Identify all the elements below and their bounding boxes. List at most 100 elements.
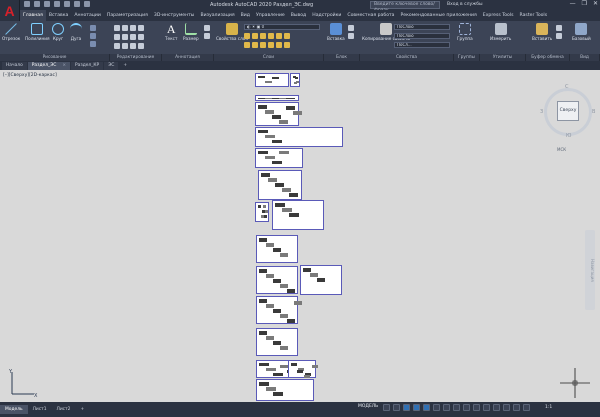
ribbon-tab[interactable]: 3D-инструменты: [151, 10, 198, 21]
create-block-icon[interactable]: [348, 25, 354, 31]
polyline-button[interactable]: Полилиния: [25, 23, 50, 41]
draw-group-label[interactable]: Рисование: [0, 54, 110, 61]
undo-icon[interactable]: [74, 1, 80, 7]
workspace-icon[interactable]: [483, 404, 490, 411]
copy-icon[interactable]: [114, 34, 120, 40]
annotation-visibility-icon[interactable]: [473, 404, 480, 411]
drawing-sheet[interactable]: [258, 170, 302, 200]
compass-north[interactable]: С: [565, 84, 569, 90]
color-dropdown[interactable]: ПоСлою: [394, 24, 450, 30]
cut-icon[interactable]: [556, 33, 562, 39]
scale-icon[interactable]: [122, 43, 128, 49]
viewcube[interactable]: С Ю З В Сверху: [540, 84, 596, 140]
properties-group-label[interactable]: Свойства: [360, 54, 454, 61]
drawing-sheet[interactable]: [255, 102, 302, 126]
ellipse-icon[interactable]: [90, 41, 96, 47]
ribbon-tab[interactable]: Raster Tools: [517, 10, 551, 21]
utilities-group-label[interactable]: Утилиты: [480, 54, 526, 61]
layer-merge-icon[interactable]: [284, 42, 290, 48]
drawing-canvas[interactable]: [–][Сверху][2D-каркас] С Ю З В Сверху МС…: [0, 70, 600, 402]
measure-button[interactable]: Измерить: [490, 23, 511, 41]
arc-button[interactable]: Дуга: [70, 23, 82, 41]
layers-group-label[interactable]: Слои: [214, 54, 324, 61]
array-icon[interactable]: [130, 43, 136, 49]
layer-walk-icon[interactable]: [268, 42, 274, 48]
ribbon-tab[interactable]: Вид: [238, 10, 253, 21]
open-icon[interactable]: [34, 1, 40, 7]
compass-east[interactable]: В: [592, 109, 595, 115]
minimize-icon[interactable]: —: [570, 0, 576, 7]
viewcube-top-face[interactable]: Сверху: [557, 101, 579, 121]
ribbon-tab[interactable]: Вывод: [288, 10, 309, 21]
polar-icon[interactable]: [413, 404, 420, 411]
base-view-button[interactable]: Базовый: [572, 23, 591, 41]
layer-unlock-icon[interactable]: [260, 42, 266, 48]
block-group-label[interactable]: Блок: [324, 54, 360, 61]
maximize-icon[interactable]: ❐: [582, 0, 587, 7]
ribbon-tab[interactable]: Аннотации: [71, 10, 104, 21]
ribbon-tab[interactable]: Визуализация: [197, 10, 237, 21]
mirror-icon[interactable]: [122, 34, 128, 40]
layer-match-icon[interactable]: [276, 33, 282, 39]
lineweight-icon[interactable]: [443, 404, 450, 411]
rectangle-icon[interactable]: [90, 25, 96, 31]
ribbon-tab[interactable]: Вставка: [46, 10, 71, 21]
selection-cycling-icon[interactable]: [463, 404, 470, 411]
explode-icon[interactable]: [138, 34, 144, 40]
drawing-sheet[interactable]: [288, 360, 318, 378]
move-icon[interactable]: [114, 25, 120, 31]
drawing-sheet[interactable]: [272, 200, 324, 230]
ribbon-tab[interactable]: Express Tools: [480, 10, 517, 21]
layer-isolate-icon[interactable]: [252, 33, 258, 39]
annotation-group-label[interactable]: Аннотация: [162, 54, 214, 61]
modify-group-label[interactable]: Редактирование: [110, 54, 162, 61]
add-layout-button[interactable]: +: [75, 405, 89, 414]
offset-icon[interactable]: [138, 43, 144, 49]
ortho-icon[interactable]: [403, 404, 410, 411]
drawing-sheet[interactable]: [255, 73, 289, 87]
layer-on-icon[interactable]: [244, 42, 250, 48]
doc-tab-es[interactable]: ЭС: [104, 61, 119, 70]
transparency-icon[interactable]: [453, 404, 460, 411]
osnap-icon[interactable]: [423, 404, 430, 411]
new-icon[interactable]: [24, 1, 30, 7]
ribbon-tab[interactable]: Рекомендованные приложения: [398, 10, 480, 21]
line-button[interactable]: Отрезок: [2, 23, 20, 41]
isolate-icon[interactable]: [493, 404, 500, 411]
compass-south[interactable]: Ю: [566, 133, 571, 139]
layout-tab-sheet1[interactable]: Лист1: [28, 405, 52, 414]
drawing-sheet[interactable]: [290, 73, 300, 87]
drawing-sheet[interactable]: [256, 379, 314, 401]
ucs-menu[interactable]: МСК: [557, 147, 566, 152]
layout-tab-model[interactable]: Модель: [0, 405, 28, 414]
save-as-icon[interactable]: [54, 1, 60, 7]
copy-clip-icon[interactable]: [556, 25, 562, 31]
sign-in-button[interactable]: Вход в службы: [447, 2, 483, 7]
clipboard-group-label[interactable]: Буфер обмена: [526, 54, 570, 61]
ribbon-tab[interactable]: Параметризация: [104, 10, 151, 21]
drawing-sheet[interactable]: [256, 328, 298, 356]
drawing-sheet[interactable]: [300, 265, 342, 295]
stretch-icon[interactable]: [114, 43, 120, 49]
view-group-label[interactable]: Вид: [570, 54, 600, 61]
model-space-button[interactable]: МОДЕЛЬ: [358, 404, 378, 409]
layer-thaw-icon[interactable]: [252, 42, 258, 48]
text-button[interactable]: A Текст: [165, 23, 177, 41]
doc-tab-start[interactable]: Начало: [2, 61, 27, 70]
doc-tab-es-section[interactable]: Раздел_ЭС ×: [27, 61, 71, 70]
hatch-icon[interactable]: [90, 33, 96, 39]
table-icon[interactable]: [204, 33, 210, 39]
group-button[interactable]: Группа: [457, 23, 473, 41]
close-icon[interactable]: ✕: [593, 0, 598, 7]
search-input[interactable]: Введите ключевое слово/фразу: [370, 1, 440, 13]
rotate-icon[interactable]: [122, 25, 128, 31]
drawing-sheet[interactable]: [256, 266, 298, 294]
leader-icon[interactable]: [204, 25, 210, 31]
close-tab-icon[interactable]: ×: [62, 63, 66, 68]
dimension-button[interactable]: Размер: [183, 23, 199, 41]
layer-dropdown[interactable]: ◐ ☀ ▣ 0: [244, 24, 320, 30]
drawing-sheet[interactable]: [255, 95, 299, 101]
doc-tab-kr-section[interactable]: Раздел_КР: [71, 61, 104, 70]
snap-icon[interactable]: [393, 404, 400, 411]
redo-icon[interactable]: [84, 1, 90, 7]
